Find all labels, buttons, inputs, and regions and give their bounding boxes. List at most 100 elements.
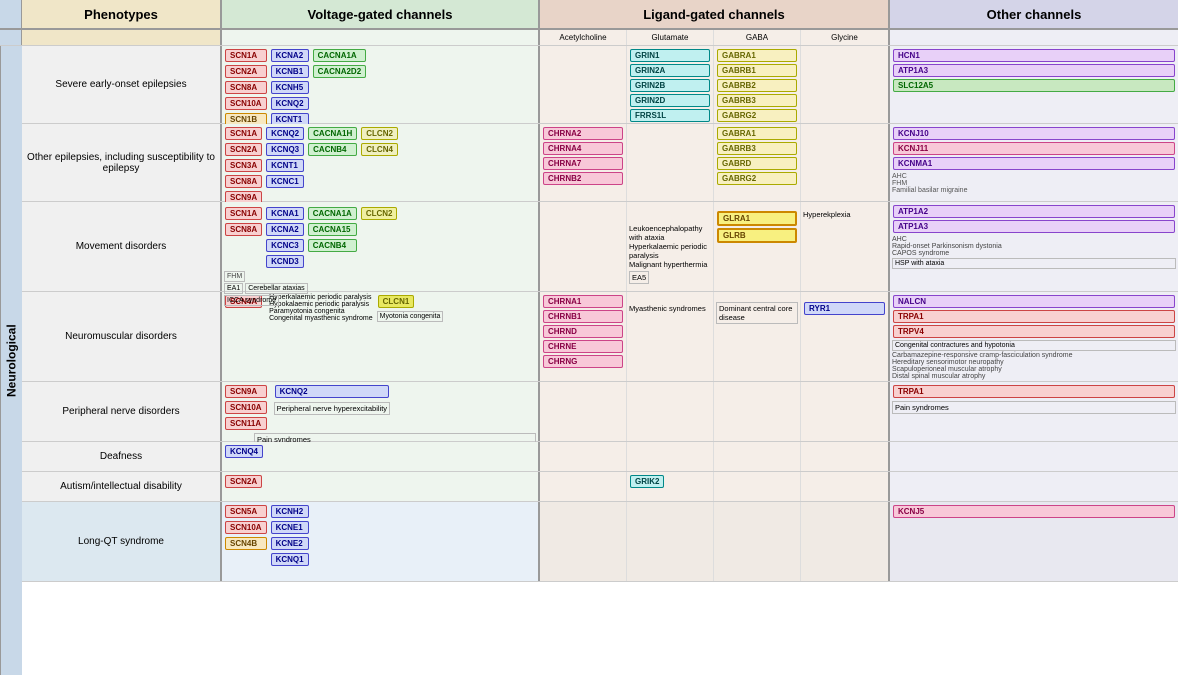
ligand-gaba-other-ep: GABRA1 GABRB3 GABRD GABRG2 [714,124,801,201]
header-ligand: Ligand-gated channels [540,0,890,28]
gene-SCN4B-lqt: SCN4B [225,537,267,550]
gene-KCNQ2-s1: KCNQ2 [271,97,309,110]
gene-KCNMA1-o: KCNMA1 [893,157,1175,170]
ligand-gaba-neuromusc: Dominant central core disease [714,292,801,381]
gene-GABRB1-s1: GABRB1 [717,64,797,77]
gene-SCN1A-s1: SCN1A [225,49,267,62]
voltage-severe: SCN1A SCN2A SCN8A SCN10A SCN1B KCNA2 KCN… [222,46,540,123]
gene-CACNA1A-s1: CACNA1A [313,49,367,62]
gene-KCNB1-s1: KCNB1 [271,65,309,78]
gene-KCNC1-o: KCNC1 [266,175,304,188]
gene-GABRB2-s1: GABRB2 [717,79,797,92]
gene-GABRB3-o: GABRB3 [717,142,797,155]
other-autism [890,472,1178,501]
phenotype-severe-epilepsies: Severe early-onset epilepsies [22,46,222,123]
gene-GABRD-o: GABRD [717,157,797,170]
gene-TRPA1-nm: TRPA1 [893,310,1175,323]
ligand-glut-peripheral [627,382,714,441]
gene-KCNJ11-o: KCNJ11 [893,142,1175,155]
gene-SCN9A-p: SCN9A [225,385,267,398]
gene-CHRND-nm: CHRND [543,325,623,338]
gene-HCN1-s1: HCN1 [893,49,1175,62]
ligand-glut-autism: GRIK2 [627,472,714,501]
ligand-gly-autism [801,472,890,501]
phenotype-deafness: Deafness [22,442,222,471]
gene-CACNA15-m: CACNA15 [308,223,357,236]
gene-GABRA1-s1: GABRA1 [717,49,797,62]
gene-KCNE1-lqt: KCNE1 [271,521,309,534]
ligand-glut-longqt [627,502,714,581]
phenotype-neuromuscular: Neuromuscular disorders [22,292,222,381]
ligand-ach-neuromusc: CHRNA1 CHRNB1 CHRND CHRNE CHRNG [540,292,627,381]
gene-ATP1A3-m: ATP1A3 [893,220,1175,233]
gene-CHRNB2-o: CHRNB2 [543,172,623,185]
ligand-gaba-deafness [714,442,801,471]
ligand-ach-deafness [540,442,627,471]
phenotype-movement: Movement disorders [22,202,222,291]
gene-GRIK2-a: GRIK2 [630,475,664,488]
row-autism: Autism/intellectual disability SCN2A GRI… [22,472,1178,502]
gene-KCNJ5-lqt: KCNJ5 [893,505,1175,518]
row-neuromuscular: Neuromuscular disorders SCN4A Hyperkalae… [22,292,1178,382]
gene-SCN2A-o: SCN2A [225,143,262,156]
gene-CHRNA1-nm: CHRNA1 [543,295,623,308]
header-other: Other channels [890,0,1178,28]
gene-TRPV4-nm: TRPV4 [893,325,1175,338]
phenotype-other-epilepsies: Other epilepsies, including susceptibili… [22,124,222,201]
gene-KCNA2-s1: KCNA2 [271,49,309,62]
gene-SCN10A-p: SCN10A [225,401,267,414]
other-peripheral: TRPA1 Pain syndromes [890,382,1178,441]
row-deafness: Deafness KCNQ4 [22,442,1178,472]
gene-SLC12A5-s1: SLC12A5 [893,79,1175,92]
gene-KCNH5-s1: KCNH5 [271,81,309,94]
other-movement: ATP1A2 ATP1A3 AHC Rapid-onset Parkinsoni… [890,202,1178,291]
gene-KCNA1-m: KCNA1 [266,207,304,220]
ligand-glut-movement: Leukoencephalopathy with ataxia Hyperkal… [627,202,714,291]
gene-SCN2A-s1: SCN2A [225,65,267,78]
gene-GABRA1-o: GABRA1 [717,127,797,140]
gene-KCNQ4-d: KCNQ4 [225,445,263,458]
gene-NALCN-nm: NALCN [893,295,1175,308]
gene-CHRNE-nm: CHRNE [543,340,623,353]
header-phenotypes: Phenotypes [22,0,222,28]
gene-KCNH2-lqt: KCNH2 [271,505,309,518]
gene-CHRNB1-nm: CHRNB1 [543,310,623,323]
gene-ATP1A2-m: ATP1A2 [893,205,1175,218]
phenotype-autism: Autism/intellectual disability [22,472,222,501]
other-neuromusc: NALCN TRPA1 TRPV4 Congenital contracture… [890,292,1178,381]
gene-GRIN2D-s1: GRIN2D [630,94,710,107]
other-other-ep: KCNJ10 KCNJ11 KCNMA1 AHC FHM Familial ba… [890,124,1178,201]
gene-CLCN4-o: CLCN4 [361,143,398,156]
gene-CLCN2-o: CLCN2 [361,127,398,140]
gene-KCND3-m: KCND3 [266,255,304,268]
ligand-ach-peripheral [540,382,627,441]
ligand-gly-severe [801,46,890,123]
ligand-gaba-movement: GLRA1 GLRB [714,202,801,291]
gene-KCNQ3-o: KCNQ3 [266,143,304,156]
gene-KCNQ2-p: KCNQ2 [275,385,389,398]
gene-RYR1-nm: RYR1 [804,302,885,315]
main-container: Phenotypes Voltage-gated channels Ligand… [0,0,1200,675]
gene-KCNE2-lqt: KCNE2 [271,537,309,550]
ligand-ach-autism [540,472,627,501]
header-voltage: Voltage-gated channels [222,0,540,28]
row-severe-epilepsies: Severe early-onset epilepsies SCN1A SCN2… [22,46,1178,124]
ligand-gaba-peripheral [714,382,801,441]
gene-SCN5A-lqt: SCN5A [225,505,267,518]
voltage-other-ep: SCN1A SCN2A SCN3A SCN8A SCN9A SCN1B KCNQ… [222,124,540,201]
gene-CHRNG-nm: CHRNG [543,355,623,368]
voltage-movement: SCN1A SCN8A KCNA1 KCNA2 KCNC3 KCND3 CACN… [222,202,540,291]
gene-SCN3A-o: SCN3A [225,159,262,172]
gene-CLCN2-m: CLCN2 [361,207,398,220]
gene-SCN8A-o: SCN8A [225,175,262,188]
ligand-gly-deafness [801,442,890,471]
other-severe: HCN1 ATP1A3 SLC12A5 [890,46,1178,123]
gene-GLRB-m: GLRB [717,228,797,243]
phenotype-longqt: Long-QT syndrome [22,502,222,581]
ligand-gaba-longqt [714,502,801,581]
voltage-deafness: KCNQ4 [222,442,540,471]
subheader-glycine: Glycine [801,30,890,45]
gene-KCNQ1-lqt: KCNQ1 [271,553,309,566]
gene-SCN1A-m: SCN1A [225,207,262,220]
gene-GABRB3-s1: GABRB3 [717,94,797,107]
